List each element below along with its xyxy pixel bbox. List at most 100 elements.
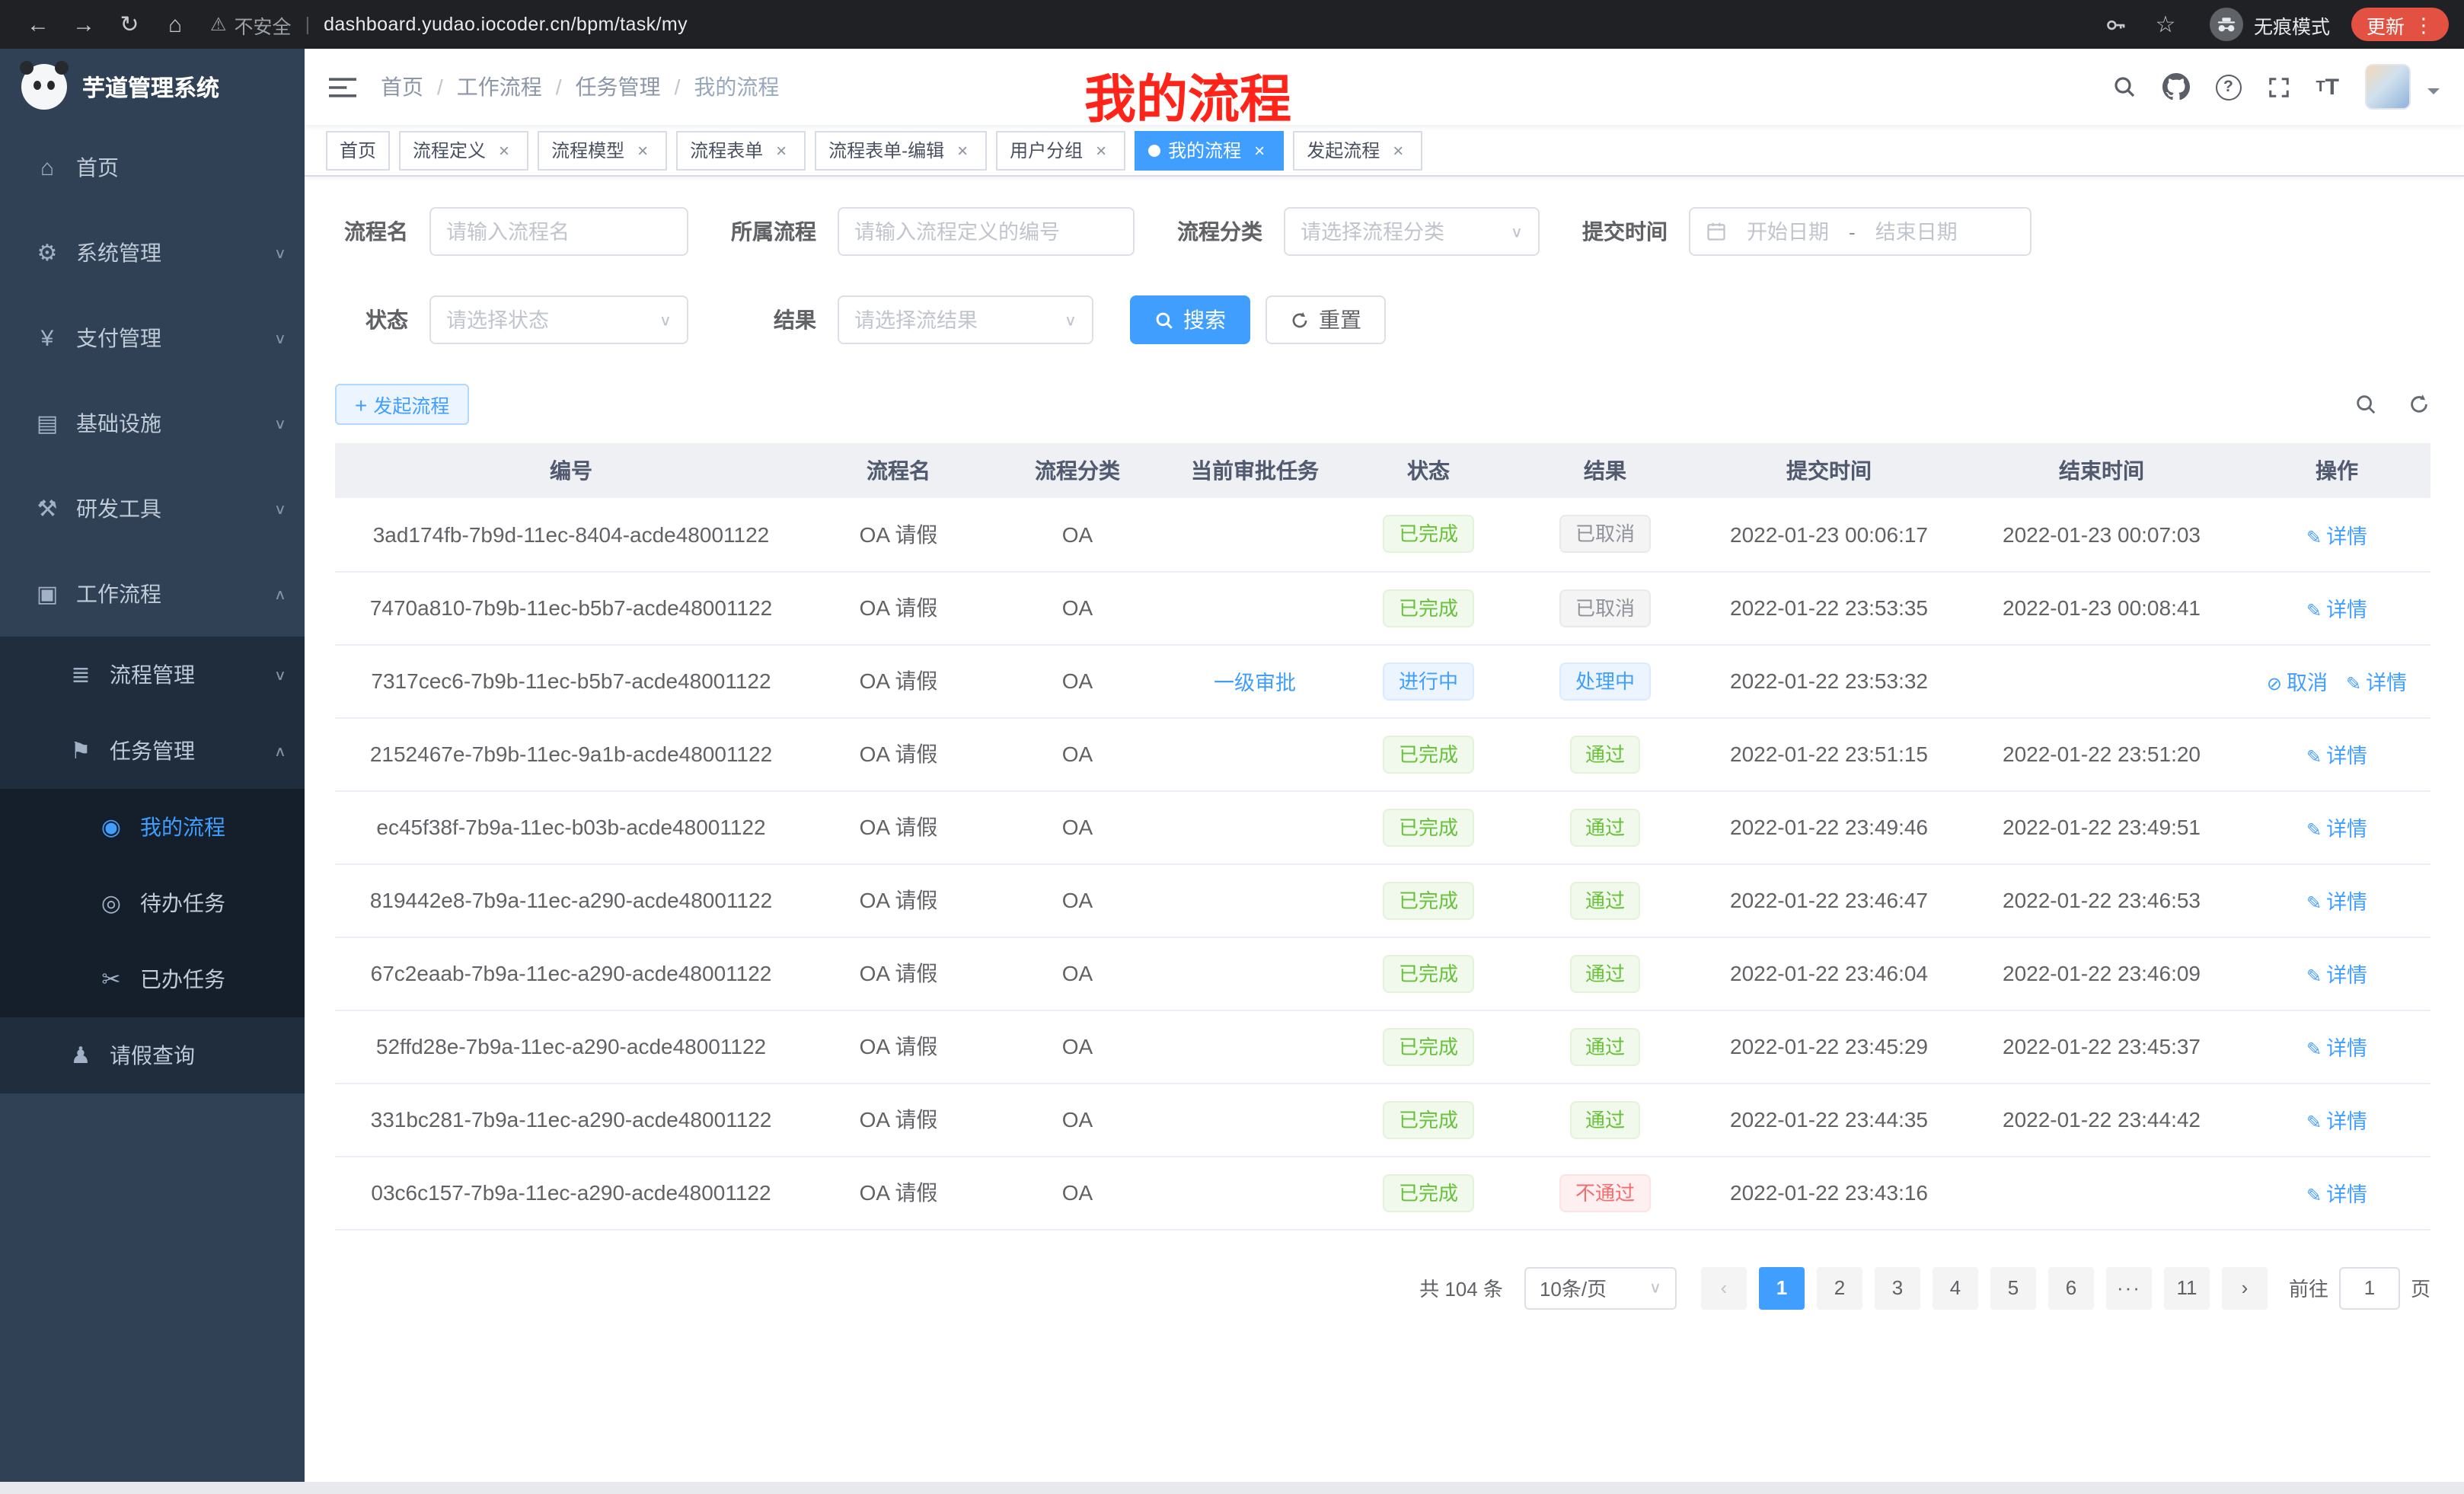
browser-menu-icon[interactable]: ⋮ (2414, 14, 2434, 34)
page-button-1[interactable]: 1 (1759, 1266, 1805, 1309)
sidebar-item-home[interactable]: ⌂首页 (0, 125, 305, 210)
help-icon[interactable]: ? (2215, 74, 2241, 100)
parent-process-label: 所属流程 (725, 216, 816, 247)
sidebar-item-dev-tools[interactable]: ⚒研发工具∨ (0, 466, 305, 551)
detail-action[interactable]: ✎详情 (2306, 1037, 2367, 1060)
reset-button[interactable]: 重置 (1266, 295, 1386, 344)
tab-item-1[interactable]: 流程定义× (399, 130, 528, 170)
font-size-icon[interactable]: TT (2316, 74, 2339, 100)
sidebar-item-done-task[interactable]: ✂已办任务 (0, 941, 305, 1017)
category-select-field[interactable] (1301, 220, 1502, 243)
search-button[interactable]: 搜索 (1130, 295, 1250, 344)
goto-page-input[interactable] (2339, 1266, 2400, 1309)
sidebar-item-label: 待办任务 (140, 888, 286, 918)
breadcrumb-item[interactable]: 工作流程 (457, 72, 542, 102)
avatar-caret-icon[interactable] (2427, 88, 2440, 101)
total-count: 共 104 条 (1419, 1273, 1503, 1302)
status-select[interactable]: ∨ (429, 295, 688, 344)
reload-icon[interactable]: ↻ (107, 11, 152, 38)
sidebar-item-process-manage[interactable]: ≣流程管理∨ (0, 637, 305, 713)
address-bar[interactable]: ⚠ 不安全 | dashboard.yudao.iocoder.cn/bpm/t… (210, 10, 2092, 39)
sidebar-item-workflow[interactable]: ▣工作流程∧ (0, 551, 305, 637)
page-size-select[interactable]: 10条/页 ∨ (1524, 1266, 1677, 1309)
update-button[interactable]: 更新 ⋮ (2351, 8, 2449, 41)
status-select-field[interactable] (446, 308, 650, 331)
sidebar-item-my-process[interactable]: ◉我的流程 (0, 789, 305, 865)
start-process-button[interactable]: + 发起流程 (335, 384, 469, 425)
detail-action[interactable]: ✎详情 (2306, 964, 2367, 987)
sidebar-item-settings[interactable]: ⚙系统管理∨ (0, 210, 305, 295)
page-button-6[interactable]: 6 (2048, 1266, 2094, 1309)
forward-icon[interactable]: → (61, 11, 107, 37)
process-name-input-field[interactable] (446, 220, 672, 243)
ellipsis-button[interactable]: ··· (2106, 1266, 2152, 1309)
page-button-11[interactable]: 11 (2164, 1266, 2210, 1309)
detail-action[interactable]: ✎详情 (2306, 599, 2367, 621)
tab-item-7[interactable]: 发起流程× (1293, 130, 1422, 170)
sidebar-item-infrastructure[interactable]: ▤基础设施∨ (0, 381, 305, 466)
start-date-input[interactable] (1736, 220, 1840, 243)
sidebar-item-todo-task[interactable]: ◎待办任务 (0, 865, 305, 941)
category-select[interactable]: ∨ (1284, 207, 1540, 256)
avatar[interactable] (2365, 64, 2411, 110)
tab-item-0[interactable]: 首页 (326, 130, 390, 170)
close-icon[interactable]: × (1387, 139, 1409, 161)
bookmark-star-icon[interactable]: ☆ (2143, 11, 2188, 38)
detail-action[interactable]: ✎详情 (2306, 525, 2367, 548)
breadcrumb-item[interactable]: 首页 (381, 72, 423, 102)
key-icon[interactable] (2105, 13, 2127, 36)
tab-item-3[interactable]: 流程表单× (676, 130, 806, 170)
parent-process-input[interactable] (838, 207, 1135, 256)
edit-icon: ✎ (2306, 746, 2322, 768)
close-icon[interactable]: × (952, 139, 973, 161)
detail-action[interactable]: ✎详情 (2306, 891, 2367, 914)
cell-end-time: 2022-01-22 23:44:42 (1960, 1083, 2243, 1156)
sidebar-item-payment[interactable]: ¥支付管理∨ (0, 295, 305, 381)
status-label: 状态 (335, 305, 408, 335)
page-button-2[interactable]: 2 (1817, 1266, 1862, 1309)
close-icon[interactable]: × (1249, 139, 1270, 161)
search-icon[interactable] (2111, 75, 2136, 99)
tab-item-2[interactable]: 流程模型× (538, 130, 667, 170)
result-select[interactable]: ∨ (838, 295, 1093, 344)
logo[interactable]: 芋道管理系统 (0, 49, 305, 125)
cell-category: OA (990, 1083, 1165, 1156)
menu-collapse-icon[interactable] (329, 75, 356, 98)
table-search-toggle-icon[interactable] (2354, 393, 2377, 416)
breadcrumb-item[interactable]: 任务管理 (576, 72, 661, 102)
next-page-button[interactable]: › (2222, 1266, 2268, 1309)
process-name-input[interactable] (429, 207, 688, 256)
detail-action[interactable]: ✎详情 (2306, 1183, 2367, 1206)
detail-action[interactable]: ✎详情 (2346, 672, 2407, 694)
back-icon[interactable]: ← (15, 11, 61, 37)
parent-process-input-field[interactable] (854, 220, 1118, 243)
plus-icon: + (355, 394, 367, 415)
close-icon[interactable]: × (493, 139, 515, 161)
fullscreen-icon[interactable] (2267, 75, 2290, 98)
page-button-5[interactable]: 5 (1990, 1266, 2036, 1309)
page-button-3[interactable]: 3 (1875, 1266, 1920, 1309)
result-select-field[interactable] (854, 308, 1055, 331)
submit-time-range-picker[interactable]: - (1689, 207, 2032, 256)
detail-action[interactable]: ✎详情 (2306, 818, 2367, 841)
detail-action[interactable]: ✎详情 (2306, 1110, 2367, 1133)
sidebar-item-task-manage[interactable]: ⚑任务管理∧ (0, 713, 305, 789)
end-date-input[interactable] (1865, 220, 1968, 243)
sidebar-item-leave-query[interactable]: ♟请假查询 (0, 1017, 305, 1093)
current-task-link[interactable]: 一级审批 (1214, 672, 1296, 694)
cell-submit-time: 2022-01-22 23:46:47 (1698, 864, 1960, 937)
close-icon[interactable]: × (771, 139, 792, 161)
page-button-4[interactable]: 4 (1933, 1266, 1978, 1309)
tab-item-5[interactable]: 用户分组× (996, 130, 1125, 170)
table-refresh-icon[interactable] (2408, 393, 2430, 416)
home-button-icon[interactable]: ⌂ (152, 11, 198, 37)
prev-page-button[interactable]: ‹ (1701, 1266, 1747, 1309)
close-icon[interactable]: × (632, 139, 653, 161)
cancel-action[interactable]: ⊘取消 (2267, 672, 2328, 694)
tab-item-6[interactable]: 我的流程× (1135, 130, 1284, 170)
github-icon[interactable] (2162, 73, 2189, 101)
cell-id: ec45f38f-7b9a-11ec-b03b-acde48001122 (335, 790, 807, 864)
close-icon[interactable]: × (1090, 139, 1112, 161)
tab-item-4[interactable]: 流程表单-编辑× (815, 130, 987, 170)
detail-action[interactable]: ✎详情 (2306, 745, 2367, 768)
